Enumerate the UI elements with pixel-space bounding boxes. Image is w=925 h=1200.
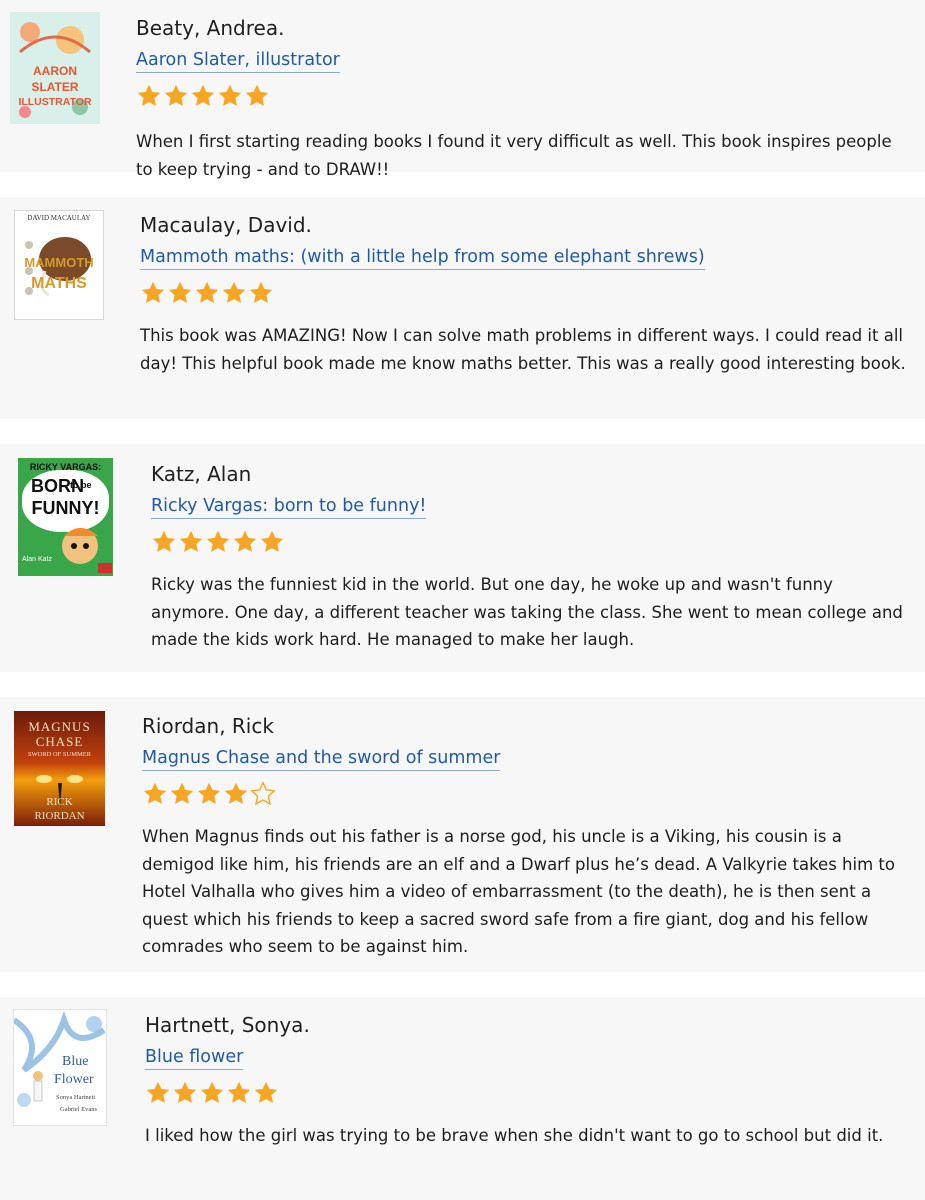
review-card: RICKY VARGAS: BORN to be FUNNY! Alan Kat… <box>0 444 925 672</box>
review-card: AARON SLATER ILLUSTRATOR Beaty, Andrea. … <box>0 0 925 179</box>
cover-title-line: Flower <box>54 1072 94 1087</box>
star-filled-icon <box>164 84 188 106</box>
review-card: MAGNUS CHASE SWORD OF SUMMER RICK RIORDA… <box>0 697 925 972</box>
review-info: Macaulay, David. Mammoth maths: (with a … <box>140 213 907 377</box>
review-text: I liked how the girl was trying to be br… <box>145 1126 884 1145</box>
review-info: Katz, Alan Ricky Vargas: born to be funn… <box>151 462 907 654</box>
star-filled-icon <box>249 281 273 303</box>
star-filled-icon <box>179 530 203 552</box>
author-name: Katz, Alan <box>151 462 252 486</box>
star-filled-icon <box>224 782 248 804</box>
cover-title-line: AARON <box>33 64 77 78</box>
cover-title-line: MATHS <box>31 275 87 292</box>
author-name: Hartnett, Sonya. <box>145 1013 310 1037</box>
star-filled-icon <box>173 1081 197 1103</box>
cover-title-line: MAMMOTH <box>24 255 94 270</box>
star-filled-icon <box>218 84 242 106</box>
star-filled-icon <box>170 782 194 804</box>
book-title-link[interactable]: Aaron Slater, illustrator <box>136 49 340 73</box>
cover-title-line: SLATER <box>31 80 79 94</box>
star-filled-icon <box>191 84 215 106</box>
book-title-link[interactable]: Blue flower <box>145 1046 244 1070</box>
book-cover-image[interactable]: AARON SLATER ILLUSTRATOR <box>10 12 100 124</box>
star-empty-icon <box>250 781 276 806</box>
book-title-link[interactable]: Ricky Vargas: born to be funny! <box>151 495 427 519</box>
book-title-link[interactable]: Mammoth maths: (with a little help from … <box>140 246 705 270</box>
author-name: Beaty, Andrea. <box>136 16 285 40</box>
book-cover-image[interactable]: RICKY VARGAS: BORN to be FUNNY! Alan Kat… <box>18 458 113 576</box>
star-filled-icon <box>146 1081 170 1103</box>
cover-author-line: Sonya Hartnett <box>56 1094 96 1101</box>
review-text: When I first starting reading books I fo… <box>136 132 892 179</box>
star-filled-icon <box>260 530 284 552</box>
review-text: When Magnus finds out his father is a no… <box>142 827 895 956</box>
cover-author-line: RICK <box>46 796 73 808</box>
star-filled-icon <box>141 281 165 303</box>
author-name: Riordan, Rick <box>142 714 274 738</box>
star-filled-icon <box>168 281 192 303</box>
star-filled-icon <box>137 84 161 106</box>
book-title-link[interactable]: Magnus Chase and the sword of summer <box>142 747 501 771</box>
cover-title-line: Blue <box>62 1054 89 1069</box>
cover-author-line: RIORDAN <box>34 810 85 822</box>
review-card: DAVID MACAULAY MAMMOTH MATHS Macaulay, D… <box>0 197 925 419</box>
star-filled-icon <box>200 1081 224 1103</box>
review-info: Riordan, Rick Magnus Chase and the sword… <box>142 714 907 961</box>
star-rating <box>151 525 907 559</box>
review-info: Hartnett, Sonya. Blue flower I liked how… <box>145 1013 907 1150</box>
star-filled-icon <box>245 84 269 106</box>
star-filled-icon <box>152 530 176 552</box>
star-rating <box>142 777 907 811</box>
star-rating <box>145 1076 907 1110</box>
fire-face-icon <box>36 775 83 807</box>
star-filled-icon <box>254 1081 278 1103</box>
star-filled-icon <box>195 281 219 303</box>
cover-author-line: Alan Katz <box>22 556 52 563</box>
book-cover-image[interactable]: Blue Flower Sonya Hartnett Gabriel Evans <box>13 1009 107 1126</box>
review-text: Ricky was the funniest kid in the world.… <box>151 575 903 649</box>
author-name: Macaulay, David. <box>140 213 312 237</box>
star-filled-icon <box>197 782 221 804</box>
star-filled-icon <box>206 530 230 552</box>
star-filled-icon <box>233 530 257 552</box>
cover-title-line: ILLUSTRATOR <box>18 96 92 108</box>
star-filled-icon <box>143 782 167 804</box>
book-cover-image[interactable]: DAVID MACAULAY MAMMOTH MATHS <box>14 210 104 320</box>
book-cover-image[interactable]: MAGNUS CHASE SWORD OF SUMMER RICK RIORDA… <box>14 711 105 826</box>
review-info: Beaty, Andrea. Aaron Slater, illustrator… <box>136 16 907 183</box>
review-text: This book was AMAZING! Now I can solve m… <box>140 326 906 373</box>
review-card: Blue Flower Sonya Hartnett Gabriel Evans… <box>0 997 925 1200</box>
star-rating <box>140 276 907 310</box>
star-rating <box>136 79 907 113</box>
star-filled-icon <box>222 281 246 303</box>
star-filled-icon <box>227 1081 251 1103</box>
cover-author-line: Gabriel Evans <box>60 1106 98 1113</box>
